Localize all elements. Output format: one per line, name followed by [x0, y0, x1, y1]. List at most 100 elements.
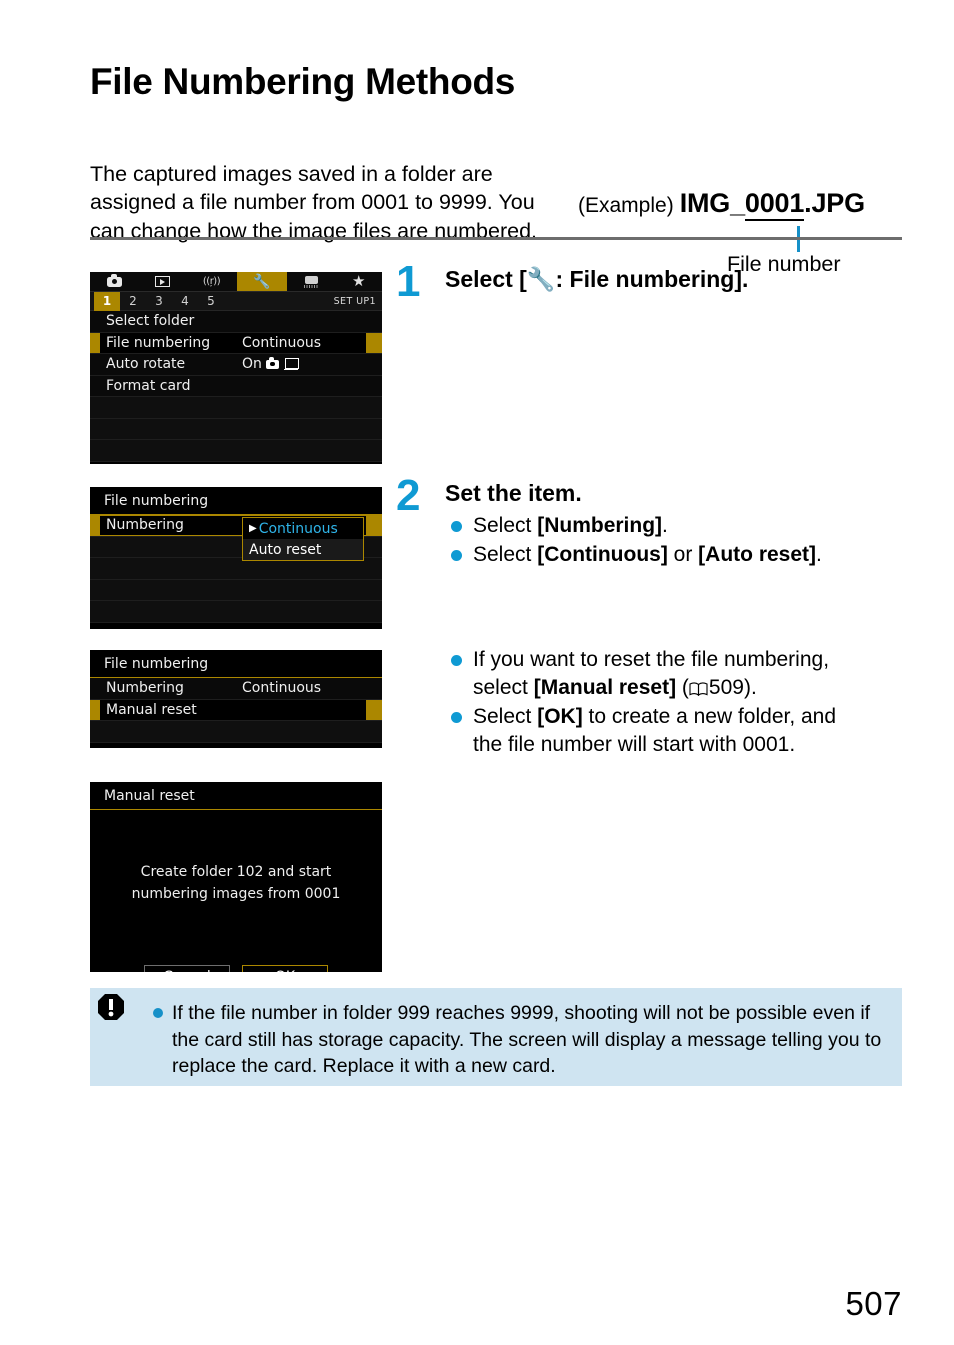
manual-reset-selection-screen: File numbering Numbering Continuous Manu… [90, 650, 382, 748]
example-filename: IMG_0001.JPG [680, 187, 865, 221]
step-2-additional-bullets: If you want to reset the file numbering,… [445, 642, 915, 760]
step-1: 1 Select [🔧: File numbering]. [396, 260, 906, 304]
menu-item-inner: File numbering Continuous [100, 333, 366, 353]
page-tab-2[interactable]: 2 [120, 292, 146, 311]
page-tab-4[interactable]: 4 [172, 292, 198, 311]
bullet-text-bold-1: [Continuous] [537, 542, 668, 566]
page-header: File Numbering Methods The captured imag… [90, 61, 902, 276]
section-label: SET UP1 [333, 295, 376, 307]
cancel-button[interactable]: Cancel [144, 965, 230, 972]
bullet-text-c: . [816, 542, 822, 566]
page-title: File Numbering Methods [90, 61, 516, 102]
menu-item-file-numbering[interactable]: File numbering Continuous [90, 332, 382, 354]
bullet-line2-c: ). [743, 675, 757, 699]
caution-item: If the file number in folder 999 reaches… [150, 1000, 888, 1080]
menu-item-label: Manual reset [106, 701, 197, 718]
bullet-text-b: or [667, 542, 699, 566]
example-line: (Example) IMG_0001.JPG [578, 187, 908, 221]
option-continuous[interactable]: ▶ Continuous [243, 518, 363, 539]
step-2: 2 Set the item. Select [Numbering]. Sele… [396, 474, 906, 569]
menu-item-manual-reset[interactable]: Manual reset [90, 699, 382, 721]
setup-menu-screen: ((ŗ)) 🔧 ★ 1 2 3 4 5 SET UP1 Select folde… [90, 272, 382, 464]
numbering-options-popup: ▶ Continuous Auto reset [242, 517, 364, 561]
tab-my-menu[interactable]: ★ [335, 272, 382, 291]
step-bullet-list: Select [Numbering]. Select [Continuous] … [445, 512, 906, 569]
wrench-icon: 🔧 [253, 273, 271, 290]
step-body: Set the item. Select [Numbering]. Select… [445, 480, 906, 568]
filename-suffix: .JPG [804, 187, 865, 218]
menu-item-value: On [242, 356, 299, 373]
menu-item-select-folder[interactable]: Select folder [90, 311, 382, 333]
menu-item-label: Select folder [106, 313, 195, 330]
custom-functions-icon [303, 275, 319, 288]
dialog-buttons: Cancel OK [90, 965, 382, 972]
step-number: 2 [396, 471, 421, 520]
screen-header: File numbering [90, 650, 382, 678]
ok-button[interactable]: OK [242, 965, 328, 972]
tab-playback[interactable] [138, 272, 186, 291]
menu-row-blank [90, 440, 382, 462]
bullet-line1-bold: [OK] [537, 704, 583, 728]
menu-item-label: Numbering [106, 517, 184, 534]
step-title-after: : File numbering]. [555, 266, 749, 292]
bullet-text-bold-2: [Auto reset] [698, 542, 817, 566]
step-body: Select [🔧: File numbering]. [445, 266, 906, 295]
option-auto-reset[interactable]: Auto reset [243, 539, 363, 560]
menu-item-format-card[interactable]: Format card [90, 375, 382, 397]
caution-box: If the file number in folder 999 reaches… [90, 988, 902, 1086]
page-tab-3[interactable]: 3 [146, 292, 172, 311]
menu-list: Numbering Continuous Manual reset [90, 678, 382, 743]
tab-setup[interactable]: 🔧 [236, 272, 288, 291]
caution-list: If the file number in folder 999 reaches… [150, 1000, 888, 1080]
camera-icon [106, 273, 122, 287]
menu-row-blank [90, 418, 382, 440]
camera-icon [265, 357, 279, 369]
star-icon: ★ [352, 272, 366, 290]
tab-custom-functions[interactable] [287, 272, 335, 291]
example-block: (Example) IMG_0001.JPG File number [578, 187, 908, 276]
tab-shooting[interactable] [90, 272, 138, 291]
intro-paragraph: The captured images saved in a folder ar… [90, 161, 537, 243]
dialog-header: Manual reset [90, 782, 382, 810]
bullet-text-a: Select [473, 542, 538, 566]
menu-item-auto-rotate[interactable]: Auto rotate On [90, 354, 382, 376]
bullet-line2-b: ( [676, 675, 689, 699]
tab-wireless[interactable]: ((ŗ)) [186, 272, 236, 291]
menu-item-value: Continuous [242, 680, 322, 697]
dialog-message-line2: numbering images from 0001 [131, 885, 341, 902]
bullet-manual-reset: If you want to reset the file numbering,… [445, 646, 915, 702]
bullet-text-b: . [662, 513, 668, 537]
option-label: Auto reset [249, 541, 322, 558]
example-label: (Example) [578, 193, 674, 217]
menu-item-label: Format card [106, 377, 191, 394]
manual-reset-dialog: Manual reset Create folder 102 and start… [90, 782, 382, 972]
caret-right-icon: ▶ [249, 523, 257, 534]
step-title: Set the item. [445, 480, 582, 506]
menu-item-numbering[interactable]: Numbering Continuous [90, 678, 382, 700]
page-tab-5[interactable]: 5 [198, 292, 224, 311]
step-bullet-list: If you want to reset the file numbering,… [445, 646, 915, 759]
menu-row-blank [90, 721, 382, 743]
bullet-line1-b: to create a new folder, and [582, 704, 837, 728]
menu-row-blank [90, 601, 382, 623]
option-label: Continuous [258, 520, 338, 537]
warning-octagon-icon [96, 992, 126, 1022]
menu-list: Select folder File numbering Continuous … [90, 311, 382, 462]
page-number: 507 [845, 1285, 902, 1322]
step-number: 1 [396, 257, 421, 306]
page-tab-1[interactable]: 1 [94, 291, 120, 311]
menu-item-value: Continuous [242, 334, 322, 351]
manual-page: File Numbering Methods The captured imag… [0, 0, 954, 1345]
bullet-line2-bold: [Manual reset] [533, 675, 677, 699]
book-icon [689, 682, 708, 696]
monitor-icon [283, 358, 299, 371]
menu-item-value-text: On [242, 356, 262, 373]
bullet-select-continuous-or-auto-reset: Select [Continuous] or [Auto reset]. [445, 541, 906, 569]
playback-icon [154, 276, 170, 287]
filename-number: 0001 [744, 187, 804, 221]
bullet-text-bold: [Numbering] [537, 513, 663, 537]
bullet-ref-page: 509 [708, 675, 744, 699]
bullet-line2-a: select [473, 675, 534, 699]
step-title: Select [🔧: File numbering]. [445, 266, 906, 295]
wireless-icon: ((ŗ)) [202, 275, 221, 287]
